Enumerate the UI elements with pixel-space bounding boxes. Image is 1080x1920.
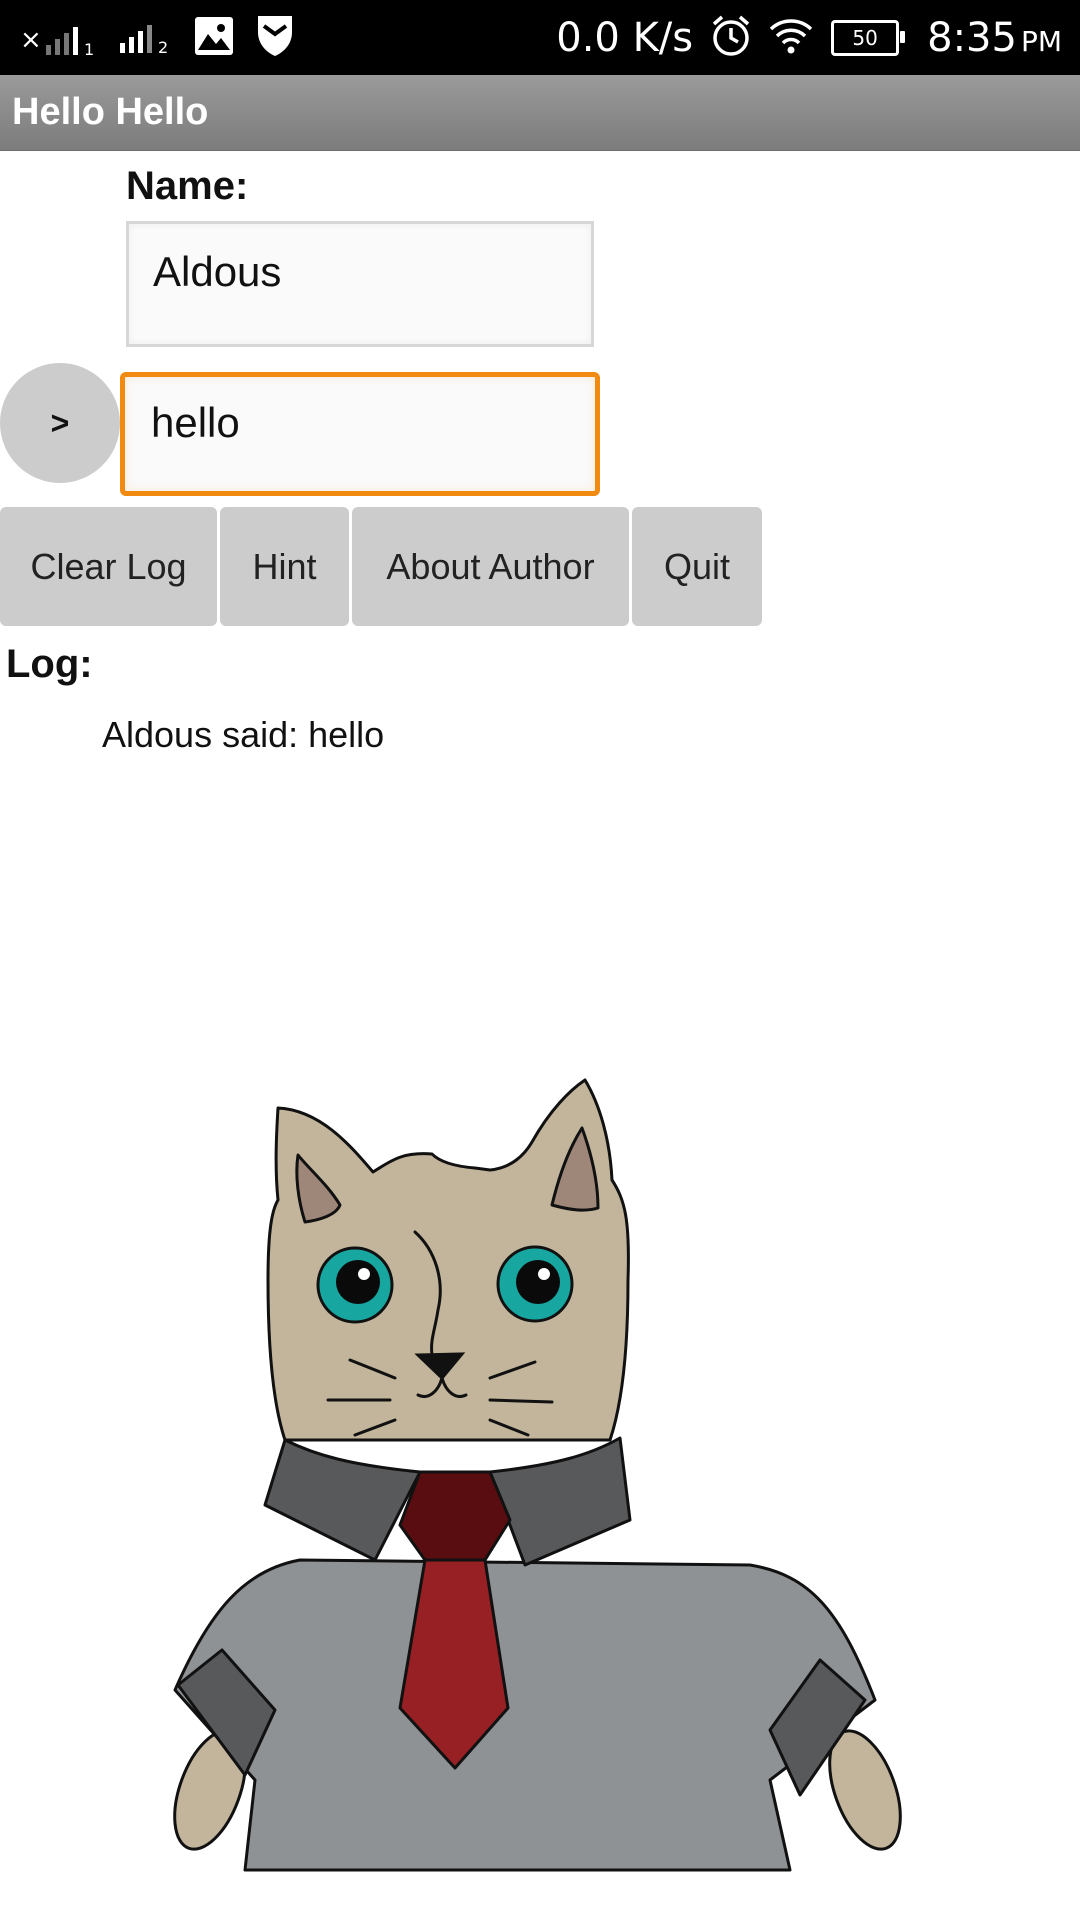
- battery-level: 50: [852, 26, 878, 50]
- status-bar-right: 0.0 K/s 50 8:35 PM: [556, 10, 1062, 66]
- log-label: Log:: [6, 642, 93, 686]
- app-title: Hello Hello: [12, 91, 209, 133]
- message-input[interactable]: hello: [120, 372, 600, 496]
- status-bar: × 1 2 0.0 K/s 50 8:35 PM: [0, 0, 1080, 75]
- cat-right-collar: [488, 1436, 632, 1567]
- name-input[interactable]: Aldous: [126, 221, 594, 347]
- alarm-icon: [711, 15, 751, 62]
- signal-sim2-icon: 2: [119, 19, 172, 58]
- status-bar-left: × 1 2: [20, 14, 294, 62]
- battery-icon: 50: [831, 20, 906, 56]
- wifi-icon: [769, 18, 813, 59]
- clear-log-button[interactable]: Clear Log: [0, 507, 217, 626]
- no-service-mark: ×: [20, 25, 42, 55]
- clock-ampm: PM: [1020, 25, 1062, 58]
- gallery-notification-icon: [194, 16, 234, 61]
- quit-button[interactable]: Quit: [632, 507, 762, 626]
- network-speed: 0.0 K/s: [556, 15, 694, 61]
- cat-head: [266, 1078, 630, 1442]
- clock: 8:35 PM: [927, 15, 1062, 61]
- log-entry: Aldous said: hello: [102, 714, 385, 755]
- send-button[interactable]: >: [0, 363, 120, 483]
- name-label: Name:: [126, 164, 249, 208]
- sim1-index: 1: [84, 40, 94, 55]
- shield-notification-icon: [256, 14, 294, 63]
- cat-left-collar: [263, 1438, 422, 1562]
- about-author-button[interactable]: About Author: [352, 507, 629, 626]
- cat-illustration: [173, 1078, 902, 1872]
- action-button-row: Clear Log Hint About Author Quit: [0, 507, 762, 626]
- app-title-bar: Hello Hello: [0, 75, 1080, 151]
- hint-button[interactable]: Hint: [220, 507, 349, 626]
- sim2-index: 2: [158, 38, 168, 53]
- signal-sim1-icon: × 1: [20, 21, 98, 55]
- clock-time: 8:35: [927, 15, 1017, 61]
- cat-shirt: [173, 1558, 877, 1872]
- cat-tie-knot: [398, 1470, 512, 1562]
